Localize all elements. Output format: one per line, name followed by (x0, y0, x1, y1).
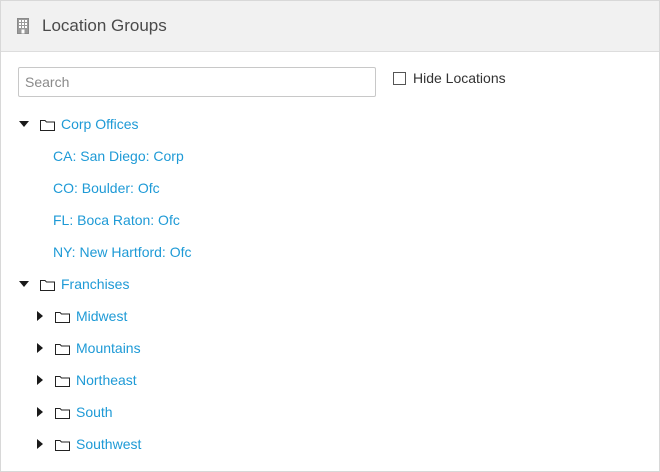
hide-locations-toggle[interactable]: Hide Locations (393, 69, 506, 87)
tree-node-northeast: Northeast (1, 365, 641, 397)
search-input[interactable] (18, 67, 376, 97)
caret-right-icon[interactable] (37, 343, 43, 353)
tree-leaf: CA: San Diego: Corp (1, 141, 641, 173)
tree-node-corp-offices: Corp Offices (1, 109, 641, 141)
caret-down-icon[interactable] (19, 121, 29, 127)
tree-node-southwest: Southwest (1, 429, 641, 461)
location-groups-panel: Location Groups Hide Locations Corp Offi… (0, 0, 660, 472)
location-link[interactable]: NY: New Hartford: Ofc (53, 244, 191, 260)
tree-link-northeast[interactable]: Northeast (76, 372, 137, 388)
hide-locations-checkbox[interactable] (393, 71, 406, 85)
folder-icon (55, 406, 70, 424)
folder-icon (40, 118, 55, 136)
caret-down-icon[interactable] (19, 281, 29, 287)
tree-link-franchises[interactable]: Franchises (61, 276, 129, 292)
tree-link-southwest[interactable]: Southwest (76, 436, 141, 452)
panel-header: Location Groups (1, 1, 659, 52)
tree-leaf: FL: Boca Raton: Ofc (1, 205, 641, 237)
tree-link-midwest[interactable]: Midwest (76, 308, 127, 324)
folder-icon (55, 374, 70, 392)
tree-node-south: South (1, 397, 641, 429)
tree-link-south[interactable]: South (76, 404, 113, 420)
tree-node-franchises: Franchises (1, 269, 641, 301)
hide-locations-label: Hide Locations (413, 70, 506, 86)
caret-right-icon[interactable] (37, 375, 43, 385)
folder-icon (55, 310, 70, 328)
caret-right-icon[interactable] (37, 439, 43, 449)
tree-node-mountains: Mountains (1, 333, 641, 365)
tree-leaf: NY: New Hartford: Ofc (1, 237, 641, 269)
folder-icon (55, 438, 70, 456)
folder-icon (55, 342, 70, 360)
location-link[interactable]: CA: San Diego: Corp (53, 148, 184, 164)
location-link[interactable]: CO: Boulder: Ofc (53, 180, 160, 196)
folder-icon (40, 278, 55, 296)
tree-link-mountains[interactable]: Mountains (76, 340, 141, 356)
tree-link-corp-offices[interactable]: Corp Offices (61, 116, 139, 132)
tree-leaf: CO: Boulder: Ofc (1, 173, 641, 205)
caret-right-icon[interactable] (37, 311, 43, 321)
panel-title: Location Groups (42, 16, 167, 35)
location-link[interactable]: FL: Boca Raton: Ofc (53, 212, 180, 228)
tree-node-midwest: Midwest (1, 301, 641, 333)
building-icon (17, 18, 29, 39)
caret-right-icon[interactable] (37, 407, 43, 417)
